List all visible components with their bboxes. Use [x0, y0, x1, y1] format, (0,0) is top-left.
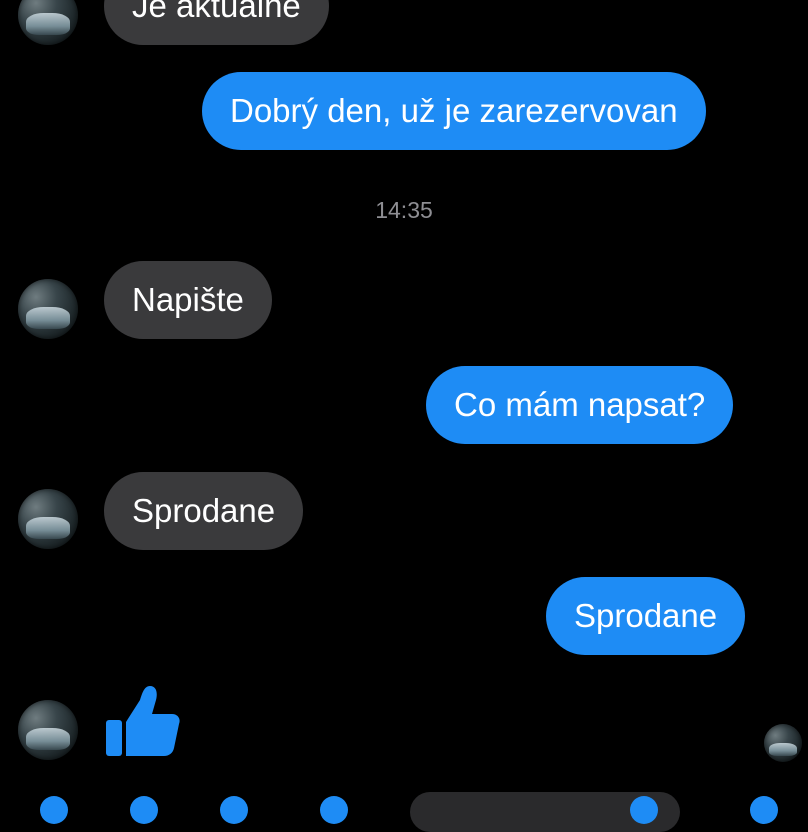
image-icon[interactable] [130, 796, 158, 824]
contact-avatar[interactable] [18, 700, 78, 760]
contact-avatar[interactable] [18, 279, 78, 339]
message-timestamp: 14:35 [375, 197, 433, 223]
contact-avatar[interactable] [18, 489, 78, 549]
outgoing-message[interactable]: Sprodane [546, 577, 746, 655]
composer-bar [0, 790, 808, 832]
read-receipt-avatar [764, 724, 802, 762]
incoming-message[interactable]: Sprodane [104, 472, 304, 550]
incoming-message[interactable]: Napište [104, 261, 272, 339]
thumbs-up-icon[interactable] [104, 682, 182, 760]
more-icon[interactable] [320, 796, 348, 824]
mic-icon[interactable] [220, 796, 248, 824]
outgoing-message[interactable]: Co mám napsat? [426, 366, 734, 444]
emoji-icon[interactable] [630, 796, 658, 824]
camera-icon[interactable] [40, 796, 68, 824]
outgoing-message[interactable]: Dobrý den, už je zarezervovan [202, 72, 706, 150]
like-icon[interactable] [750, 796, 778, 824]
incoming-message[interactable]: Je aktuálne [104, 0, 329, 45]
contact-avatar[interactable] [18, 0, 78, 45]
